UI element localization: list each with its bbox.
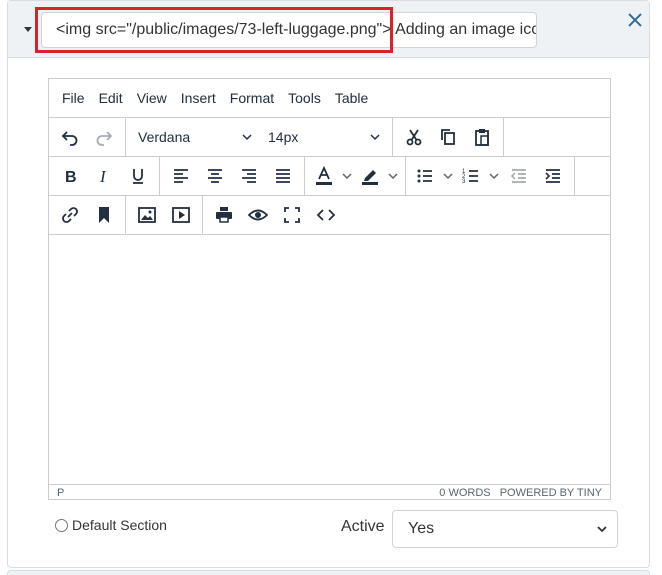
- numbered-list-button[interactable]: 123: [456, 161, 502, 191]
- svg-text:I: I: [99, 167, 107, 186]
- chevron-down-icon: [440, 161, 456, 191]
- menu-tools[interactable]: Tools: [281, 83, 328, 113]
- align-left-icon[interactable]: [164, 161, 198, 191]
- toolbar-row-3: [49, 195, 610, 235]
- active-select[interactable]: Yes: [392, 510, 618, 548]
- default-section-radio[interactable]: [55, 518, 68, 532]
- copy-icon[interactable]: [431, 122, 465, 152]
- font-size-select[interactable]: 14px: [260, 122, 388, 152]
- menu-view[interactable]: View: [130, 83, 174, 113]
- bold-icon[interactable]: B: [53, 161, 87, 191]
- menu-file[interactable]: File: [55, 83, 92, 113]
- menu-insert[interactable]: Insert: [174, 83, 223, 113]
- word-count[interactable]: 0 WORDS: [439, 487, 490, 499]
- text-color-button[interactable]: [309, 161, 355, 191]
- link-group: [49, 195, 126, 235]
- chevron-down-icon: [370, 134, 380, 141]
- color-group: [305, 156, 406, 196]
- format-group: B I: [49, 156, 160, 196]
- underline-icon[interactable]: [121, 161, 155, 191]
- outdent-icon[interactable]: [502, 161, 536, 191]
- italic-icon[interactable]: I: [87, 161, 121, 191]
- font-group: Verdana 14px: [126, 117, 393, 157]
- chevron-down-icon: [242, 134, 252, 141]
- close-icon[interactable]: [626, 11, 644, 29]
- align-justify-icon[interactable]: [266, 161, 300, 191]
- align-right-icon[interactable]: [232, 161, 266, 191]
- section-title-input[interactable]: <img src="/public/images/73-left-luggage…: [41, 12, 537, 48]
- paste-icon[interactable]: [465, 122, 499, 152]
- font-family-value: Verdana: [138, 129, 191, 145]
- section-header: <img src="/public/images/73-left-luggage…: [8, 1, 649, 58]
- align-center-icon[interactable]: [198, 161, 232, 191]
- default-section-label: Default Section: [72, 517, 167, 533]
- menu-format[interactable]: Format: [223, 83, 281, 113]
- svg-text:3: 3: [462, 179, 466, 185]
- chevron-down-icon: [597, 526, 607, 533]
- chevron-down-icon: [339, 161, 355, 191]
- bullet-list-button[interactable]: [410, 161, 456, 191]
- preview-icon[interactable]: [241, 200, 275, 230]
- bullet-list-icon: [410, 161, 440, 191]
- element-path[interactable]: P: [57, 487, 64, 499]
- highlight-color-icon: [355, 161, 385, 191]
- list-group: 123: [406, 156, 575, 196]
- chevron-down-icon: [486, 161, 502, 191]
- default-section-option[interactable]: Default Section: [55, 517, 167, 533]
- editor-menubar: File Edit View Insert Format Tools Table: [49, 79, 610, 118]
- media-icon[interactable]: [164, 200, 198, 230]
- clipboard-group: [393, 117, 504, 157]
- image-icon[interactable]: [130, 200, 164, 230]
- fullscreen-icon[interactable]: [275, 200, 309, 230]
- editor-content-area[interactable]: [49, 235, 610, 485]
- media-group: [126, 195, 203, 235]
- menu-edit[interactable]: Edit: [92, 83, 130, 113]
- rich-text-editor: File Edit View Insert Format Tools Table…: [48, 78, 611, 500]
- toolbar-row-1: Verdana 14px: [49, 117, 610, 157]
- numbered-list-icon: 123: [456, 161, 486, 191]
- indent-icon[interactable]: [536, 161, 570, 191]
- font-family-select[interactable]: Verdana: [130, 122, 260, 152]
- link-icon[interactable]: [53, 200, 87, 230]
- view-group: [203, 196, 347, 235]
- editor-statusbar: P 0 WORDS POWERED BY TINY: [49, 484, 610, 500]
- toolbar-row-2: B I 1 2 3: [49, 156, 610, 196]
- powered-by-link[interactable]: POWERED BY TINY: [500, 487, 602, 499]
- text-color-icon: [309, 161, 339, 191]
- chevron-down-icon: [385, 161, 401, 191]
- bookmark-icon[interactable]: [87, 200, 121, 230]
- align-group: [160, 156, 305, 196]
- highlight-color-button[interactable]: [355, 161, 401, 191]
- font-size-value: 14px: [268, 129, 299, 145]
- active-label: Active: [341, 518, 385, 535]
- undo-icon[interactable]: [53, 122, 87, 152]
- print-icon[interactable]: [207, 200, 241, 230]
- redo-icon[interactable]: [87, 122, 121, 152]
- section-panel: <img src="/public/images/73-left-luggage…: [7, 0, 650, 568]
- cut-icon[interactable]: [397, 122, 431, 152]
- next-section-panel: [7, 570, 650, 575]
- history-group: [49, 117, 126, 157]
- code-icon[interactable]: [309, 200, 343, 230]
- status-right: 0 WORDS POWERED BY TINY: [433, 487, 602, 499]
- menu-table[interactable]: Table: [328, 83, 375, 113]
- active-select-value: Yes: [408, 520, 435, 537]
- svg-text:B: B: [65, 169, 77, 186]
- caret-down-icon[interactable]: [22, 23, 34, 35]
